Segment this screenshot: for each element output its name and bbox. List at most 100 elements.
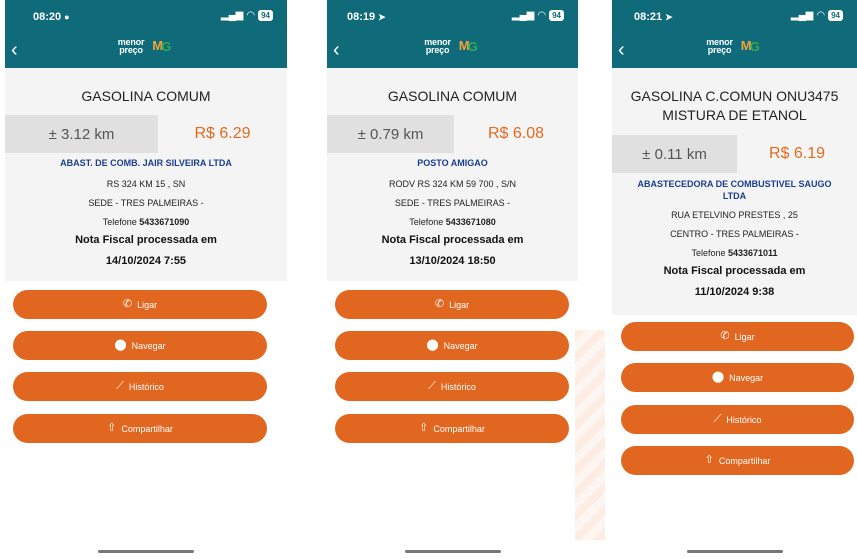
status-time: 08:21 ➤ xyxy=(634,11,673,23)
share-button[interactable]: ⇧ Compartilhar xyxy=(621,446,854,475)
nota-label: Nota Fiscal processada em xyxy=(75,234,217,246)
phone-icon: ✆ xyxy=(122,298,133,310)
battery-icon: 94 xyxy=(828,10,843,21)
signal-icon: ▂▄▆ xyxy=(220,10,244,21)
navigate-button[interactable]: ⬤ Navegar xyxy=(335,331,569,360)
price-value: R$ 6.19 xyxy=(768,145,826,162)
station-card: GASOLINA C.COMUN ONU3475 MISTURA DE ETAN… xyxy=(612,68,857,315)
brand-logo: menor preço MG xyxy=(424,37,481,55)
phone-icon: ✆ xyxy=(720,330,730,342)
nota-datetime: 14/10/2024 7:55 xyxy=(105,255,187,267)
station-card: GASOLINA COMUM ± 3.12 km R$ 6.29 ABAST. … xyxy=(5,68,287,281)
station-phone: Telefone 5433671011 xyxy=(691,248,778,258)
brand-wordmark: menor preço xyxy=(706,37,733,55)
nota-datetime: 13/10/2024 18:50 xyxy=(409,255,496,267)
chart-line-icon: ⟋ xyxy=(713,413,722,425)
station-phone: Telefone 5433671080 xyxy=(409,217,496,227)
app-header: 08:20 ● ▂▄▆ ◠ 94 ‹ menor preço MG xyxy=(5,0,287,68)
call-button[interactable]: ✆ Ligar xyxy=(621,322,854,351)
back-button[interactable]: ‹ xyxy=(333,40,340,60)
share-icon: ⇧ xyxy=(419,422,429,434)
background-pattern xyxy=(575,330,605,540)
status-indicator-icon: ● xyxy=(64,12,70,22)
status-time: 08:20 ● xyxy=(33,11,70,23)
history-button[interactable]: ⟋ Histórico xyxy=(13,372,267,401)
station-name: ABASTECEDORA DE COMBUSTIVEL SAUGO LTDA xyxy=(637,179,832,201)
home-indicator xyxy=(404,550,501,553)
share-icon: ⇧ xyxy=(107,422,117,434)
history-button[interactable]: ⟋ Histórico xyxy=(621,405,854,434)
nota-label: Nota Fiscal processada em xyxy=(381,234,524,246)
share-icon: ⇧ xyxy=(704,454,714,466)
station-phone: Telefone 5433671090 xyxy=(102,217,190,227)
station-info: ABAST. DE COMB. JAIR SILVEIRA LTDA RS 32… xyxy=(5,157,287,268)
signal-icon: ▂▄▆ xyxy=(790,10,814,21)
battery-icon: 94 xyxy=(549,10,564,21)
station-district: SEDE - TRES PALMEIRAS - xyxy=(88,198,204,208)
distance-value: ± 0.11 km xyxy=(612,135,737,173)
distance-value: ± 0.79 km xyxy=(327,115,454,153)
nota-label: Nota Fiscal processada em xyxy=(663,265,806,277)
station-address: RUA ETELVINO PRESTES , 25 xyxy=(671,210,798,220)
product-title: GASOLINA COMUM xyxy=(387,88,518,104)
mg-logo-icon: MG xyxy=(740,38,760,54)
home-indicator xyxy=(98,550,194,553)
call-button[interactable]: ✆ Ligar xyxy=(335,290,569,319)
location-arrow-icon: ➤ xyxy=(665,12,673,22)
signal-icon: ▂▄▆ xyxy=(511,10,535,21)
brand-logo: menor preço MG xyxy=(117,37,175,55)
home-indicator xyxy=(686,550,783,553)
station-info: POSTO AMIGAO RODV RS 324 KM 59 700 , S/N… xyxy=(327,157,578,268)
distance-value: ± 3.12 km xyxy=(5,115,158,153)
distance-price-row: ± 0.11 km R$ 6.19 xyxy=(612,135,857,173)
station-district: SEDE - TRES PALMEIRAS - xyxy=(394,198,511,208)
chart-line-icon: ⟋ xyxy=(428,380,436,392)
back-button[interactable]: ‹ xyxy=(618,40,625,60)
mg-logo-icon: MG xyxy=(152,38,172,54)
product-title: GASOLINA COMUM xyxy=(81,88,211,104)
price-value: R$ 6.29 xyxy=(194,125,251,142)
back-button[interactable]: ‹ xyxy=(11,40,18,60)
station-address: RS 324 KM 15 , SN xyxy=(106,179,186,189)
station-name: POSTO AMIGAO xyxy=(417,158,488,168)
brand-logo: menor preço MG xyxy=(706,37,763,55)
station-address: RODV RS 324 KM 59 700 , S/N xyxy=(388,179,517,189)
chart-line-icon: ⟋ xyxy=(116,380,124,392)
mg-logo-icon: MG xyxy=(458,38,478,54)
status-time: 08:19 ➤ xyxy=(347,11,386,23)
navigate-button[interactable]: ⬤ Navegar xyxy=(13,331,267,360)
history-button[interactable]: ⟋ Histórico xyxy=(335,372,569,401)
call-button[interactable]: ✆ Ligar xyxy=(13,290,267,319)
station-info: ABASTECEDORA DE COMBUSTIVEL SAUGO LTDA RU… xyxy=(612,178,857,299)
distance-price-row: ± 0.79 km R$ 6.08 xyxy=(327,115,578,153)
wifi-icon: ◠ xyxy=(816,10,826,21)
location-pin-icon: ⬤ xyxy=(426,339,439,351)
phone-screen-3: 08:21 ➤ ▂▄▆ ◠ 94 ‹ menor preço MG GASOLINA… xyxy=(612,0,857,559)
location-pin-icon: ⬤ xyxy=(114,339,127,351)
share-button[interactable]: ⇧ Compartilhar xyxy=(13,414,267,443)
wifi-icon: ◠ xyxy=(537,10,547,21)
app-header: 08:21 ➤ ▂▄▆ ◠ 94 ‹ menor preço MG xyxy=(612,0,857,68)
price-value: R$ 6.08 xyxy=(487,125,545,142)
wifi-icon: ◠ xyxy=(246,10,256,21)
status-icons: ▂▄▆ ◠ 94 xyxy=(512,10,564,21)
station-district: CENTRO - TRES PALMEIRAS - xyxy=(670,229,799,239)
brand-wordmark: menor preço xyxy=(117,37,145,55)
location-pin-icon: ⬤ xyxy=(711,371,725,383)
nota-datetime: 11/10/2024 9:38 xyxy=(694,286,775,298)
status-icons: ▂▄▆ ◠ 94 xyxy=(221,10,273,21)
brand-wordmark: menor preço xyxy=(424,37,451,55)
distance-price-row: ± 3.12 km R$ 6.29 xyxy=(5,115,287,153)
station-name: ABAST. DE COMB. JAIR SILVEIRA LTDA xyxy=(60,158,232,168)
phone-icon: ✆ xyxy=(434,298,445,310)
product-title: GASOLINA C.COMUN ONU3475 MISTURA DE ETAN… xyxy=(630,88,839,123)
navigate-button[interactable]: ⬤ Navegar xyxy=(621,363,854,392)
phone-screen-2: 08:19 ➤ ▂▄▆ ◠ 94 ‹ menor preço MG GASOLINA… xyxy=(327,0,578,559)
station-card: GASOLINA COMUM ± 0.79 km R$ 6.08 POSTO A… xyxy=(327,68,578,281)
app-header: 08:19 ➤ ▂▄▆ ◠ 94 ‹ menor preço MG xyxy=(327,0,578,68)
status-icons: ▂▄▆ ◠ 94 xyxy=(791,10,843,21)
location-arrow-icon: ➤ xyxy=(378,12,386,22)
screenshot-collage: 08:20 ● ▂▄▆ ◠ 94 ‹ menor preço MG GASOLINA… xyxy=(0,0,857,559)
share-button[interactable]: ⇧ Compartilhar xyxy=(335,414,569,443)
battery-icon: 94 xyxy=(258,10,273,21)
